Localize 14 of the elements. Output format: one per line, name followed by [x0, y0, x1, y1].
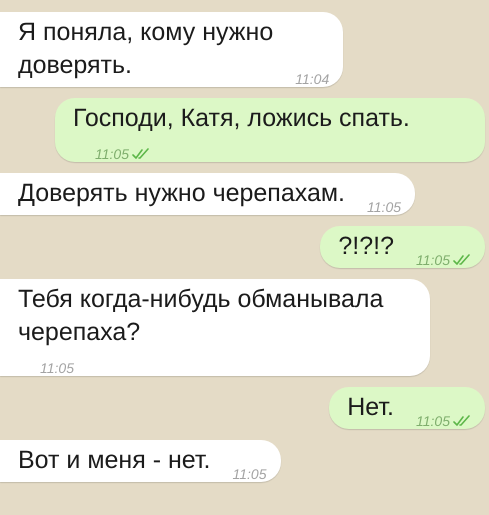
message-time: 11:05 [416, 412, 450, 430]
message-time: 11:05 [232, 465, 266, 483]
message-time: 11:05 [40, 359, 74, 377]
message-text: Доверять нужно черепахам. [18, 178, 346, 209]
message-text: Нет. [347, 392, 394, 423]
message-time: 11:05 [367, 198, 402, 216]
message-text: Господи, Катя, ложись спать. [73, 103, 410, 134]
message-text: Тебя когда-нибудь обманывала черепаха? [18, 284, 384, 348]
message-text: ?!?!? [338, 231, 394, 262]
message-text: Я поняла, кому нужно доверять. [18, 17, 274, 81]
message-time: 11:05 [416, 251, 450, 269]
message-text: Вот и меня - нет. [18, 445, 210, 476]
message-time: 11:05 [95, 145, 129, 163]
message-time: 11:04 [295, 70, 330, 88]
